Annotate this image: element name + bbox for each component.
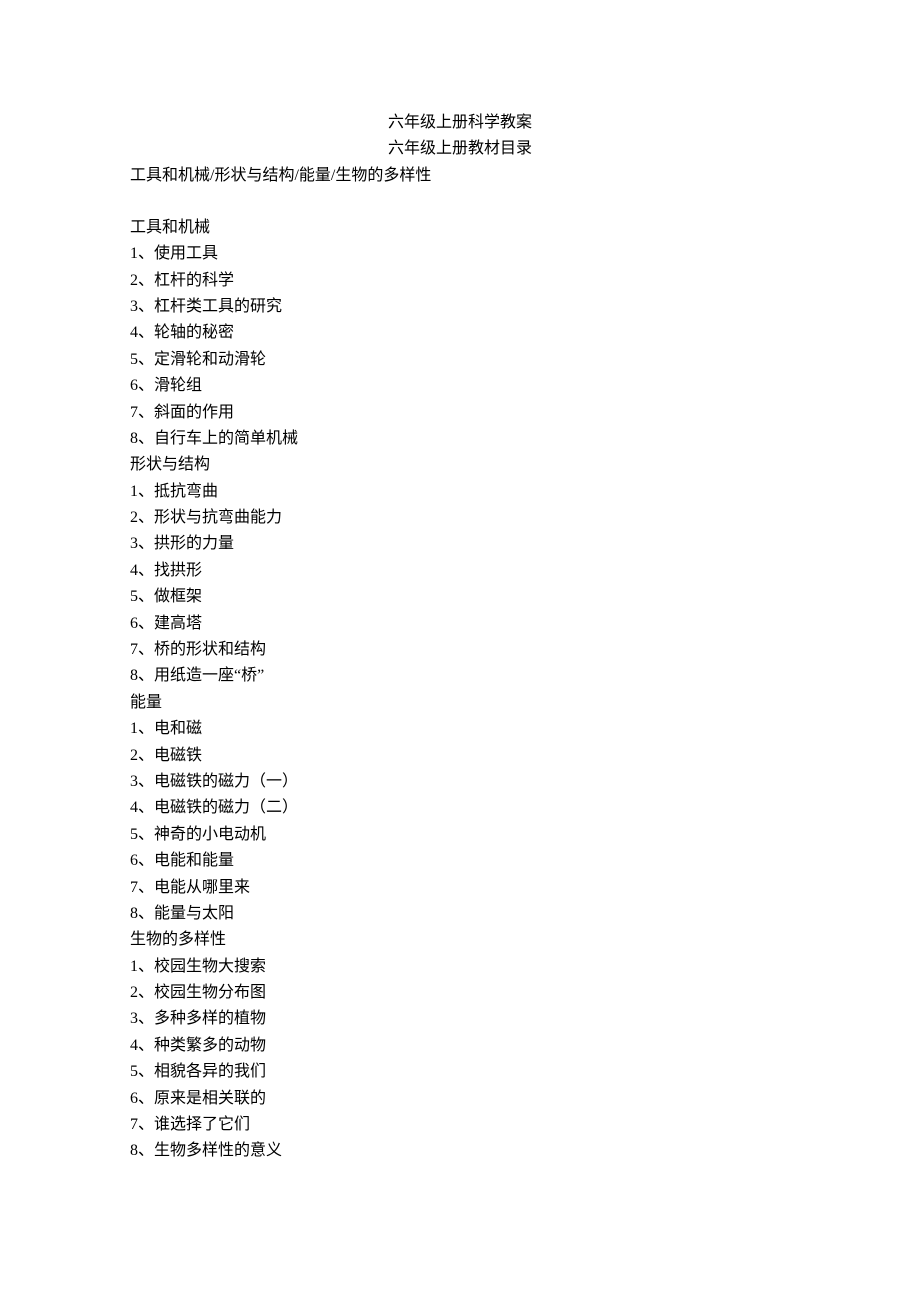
list-item: 7、电能从哪里来 [130, 875, 790, 901]
list-item: 2、形状与抗弯曲能力 [130, 505, 790, 531]
list-item: 1、使用工具 [130, 241, 790, 267]
list-item: 1、电和磁 [130, 716, 790, 742]
blank-line [130, 189, 790, 215]
list-item: 7、桥的形状和结构 [130, 637, 790, 663]
list-item: 6、原来是相关联的 [130, 1086, 790, 1112]
list-item: 1、校园生物大搜索 [130, 954, 790, 980]
section-heading: 工具和机械 [130, 215, 790, 241]
list-item: 7、斜面的作用 [130, 400, 790, 426]
list-item: 4、种类繁多的动物 [130, 1033, 790, 1059]
list-item: 8、生物多样性的意义 [130, 1138, 790, 1164]
list-item: 5、神奇的小电动机 [130, 822, 790, 848]
list-item: 6、滑轮组 [130, 373, 790, 399]
doc-title-1: 六年级上册科学教案 [130, 110, 790, 136]
section-heading: 能量 [130, 690, 790, 716]
list-item: 2、杠杆的科学 [130, 268, 790, 294]
list-item: 4、找拱形 [130, 558, 790, 584]
list-item: 6、建高塔 [130, 611, 790, 637]
list-item: 3、拱形的力量 [130, 531, 790, 557]
list-item: 2、校园生物分布图 [130, 980, 790, 1006]
list-item: 3、电磁铁的磁力（一） [130, 769, 790, 795]
summary-line: 工具和机械/形状与结构/能量/生物的多样性 [130, 163, 790, 189]
list-item: 5、定滑轮和动滑轮 [130, 347, 790, 373]
list-item: 7、谁选择了它们 [130, 1112, 790, 1138]
list-item: 8、能量与太阳 [130, 901, 790, 927]
list-item: 3、多种多样的植物 [130, 1006, 790, 1032]
list-item: 1、抵抗弯曲 [130, 479, 790, 505]
list-item: 8、自行车上的简单机械 [130, 426, 790, 452]
list-item: 2、电磁铁 [130, 743, 790, 769]
list-item: 5、相貌各异的我们 [130, 1059, 790, 1085]
list-item: 4、轮轴的秘密 [130, 320, 790, 346]
section-heading: 形状与结构 [130, 452, 790, 478]
doc-title-2: 六年级上册教材目录 [130, 136, 790, 162]
list-item: 5、做框架 [130, 584, 790, 610]
list-item: 6、电能和能量 [130, 848, 790, 874]
list-item: 8、用纸造一座“桥” [130, 663, 790, 689]
list-item: 4、电磁铁的磁力（二） [130, 795, 790, 821]
list-item: 3、杠杆类工具的研究 [130, 294, 790, 320]
section-heading: 生物的多样性 [130, 927, 790, 953]
